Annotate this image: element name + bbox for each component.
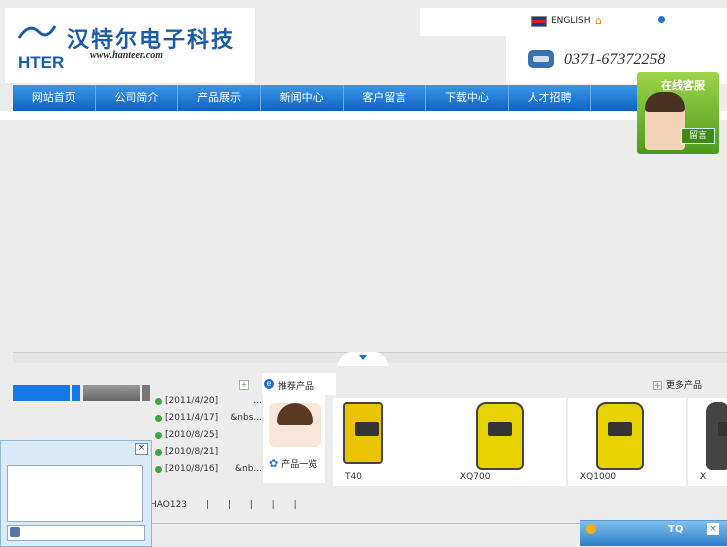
logo-swoosh-icon	[17, 25, 57, 39]
product-card[interactable]: XQ1000	[568, 398, 686, 486]
bullet-icon	[155, 432, 162, 439]
agent-avatar	[645, 92, 685, 150]
link-hao123[interactable]: HAO123	[150, 500, 187, 510]
product-name[interactable]: T40	[345, 472, 362, 482]
nav-jobs[interactable]: 人才招聘	[509, 85, 592, 111]
link-separator: |	[293, 500, 297, 510]
chat-widget: ×	[0, 440, 152, 547]
product-image[interactable]	[596, 402, 644, 470]
products-title: 推荐产品	[278, 382, 315, 392]
more-products-label: 更多产品	[666, 381, 703, 391]
nav-feedback[interactable]: 客户留言	[344, 85, 427, 111]
logo-abbreviation: HTER	[18, 53, 65, 72]
nav-home[interactable]: 网站首页	[13, 85, 96, 111]
english-link[interactable]: ENGLISH	[551, 16, 591, 26]
news-title[interactable]: &nb...	[235, 461, 262, 478]
banner-toggle-button[interactable]	[338, 352, 388, 366]
products-header: e 推荐产品	[262, 373, 336, 395]
chevron-down-icon	[359, 355, 367, 360]
chat-input[interactable]	[7, 525, 145, 541]
news-item[interactable]: [2011/4/20]...	[150, 393, 262, 410]
phone-number: 0371-67372258	[564, 47, 665, 70]
news-item[interactable]: [2010/8/16] &nb...	[150, 461, 262, 478]
nav-underline	[0, 111, 727, 120]
news-list: [2011/4/20]... [2011/4/17] &nbs... [2010/…	[150, 393, 262, 478]
chat-close-button[interactable]: ×	[135, 443, 148, 455]
site-logo[interactable]: HTER 汉特尔电子科技 www.hanteer.com	[5, 8, 255, 83]
product-name[interactable]: XQ1000	[580, 472, 616, 482]
nav-download[interactable]: 下载中心	[426, 85, 509, 111]
product-image[interactable]	[706, 402, 727, 470]
tq-logo-icon	[586, 524, 596, 534]
uk-flag-icon	[531, 16, 547, 27]
product-card[interactable]: XQ700	[448, 398, 566, 486]
link-separator: |	[205, 500, 209, 510]
plus-icon: +	[653, 381, 662, 390]
link-separator: |	[227, 500, 231, 510]
product-image[interactable]	[476, 402, 524, 470]
catalog-image	[269, 403, 321, 447]
nav-news[interactable]: 新闻中心	[261, 85, 344, 111]
bullet-icon	[155, 449, 162, 456]
bullet-icon	[155, 415, 162, 422]
product-card[interactable]: T40	[333, 398, 451, 486]
news-date: [2010/8/16]	[165, 464, 219, 474]
online-service-title: 在线客服	[661, 79, 705, 92]
news-title[interactable]: ...	[253, 393, 262, 410]
home-icon[interactable]: ⌂	[595, 14, 602, 27]
news-item[interactable]: [2010/8/21]	[150, 444, 262, 461]
user-icon	[10, 527, 20, 537]
news-title[interactable]: &nbs...	[230, 410, 262, 427]
tab-industry-news[interactable]	[83, 385, 140, 401]
tq-chat-bar[interactable]: TQ ×	[580, 520, 727, 546]
tq-close-button[interactable]: ×	[707, 523, 719, 535]
phone-icon	[528, 50, 554, 68]
more-products-link[interactable]: + 更多产品	[653, 378, 702, 391]
product-name[interactable]: X	[700, 472, 706, 482]
chat-message-area[interactable]	[7, 465, 143, 522]
news-date: [2011/4/20]	[165, 396, 219, 406]
news-date: [2010/8/21]	[165, 447, 219, 457]
nav-products[interactable]: 产品展示	[178, 85, 261, 111]
catalog-link[interactable]: 产品一览	[269, 457, 317, 470]
phone-area: 0371-	[564, 51, 602, 68]
website-url: www.hanteer.com	[90, 50, 163, 61]
link-separator: |	[249, 500, 253, 510]
favorite-icon[interactable]	[658, 16, 665, 23]
tq-label: TQ	[668, 524, 684, 535]
leave-message-button[interactable]: 留言	[681, 128, 715, 144]
product-card[interactable]: X	[688, 398, 727, 486]
product-name[interactable]: XQ700	[460, 472, 490, 482]
online-service-widget[interactable]: 在线客服 留言	[637, 72, 719, 154]
tab-company-news[interactable]	[13, 385, 70, 401]
nav-about[interactable]: 公司简介	[96, 85, 179, 111]
bullet-icon	[155, 466, 162, 473]
phone-digits: 67372258	[601, 51, 666, 68]
product-image[interactable]	[343, 402, 383, 464]
main-nav: 网站首页 公司简介 产品展示 新闻中心 客户留言 下载中心 人才招聘	[13, 85, 673, 111]
news-date: [2010/8/25]	[165, 430, 219, 440]
news-date: [2011/4/17]	[165, 413, 219, 423]
link-separator: |	[271, 500, 275, 510]
tab-company-news-edge	[72, 385, 80, 401]
products-icon: e	[264, 379, 274, 389]
friend-links: HAO123 | | | | |	[150, 500, 313, 510]
bullet-icon	[155, 398, 162, 405]
tab-industry-news-edge	[142, 385, 150, 401]
news-item[interactable]: [2010/8/25]	[150, 427, 262, 444]
news-item[interactable]: [2011/4/17] &nbs...	[150, 410, 262, 427]
news-more-icon[interactable]: +	[239, 380, 249, 390]
language-bar: ENGLISH ⌂	[420, 8, 727, 36]
product-catalog-panel[interactable]: 产品一览	[263, 395, 325, 483]
